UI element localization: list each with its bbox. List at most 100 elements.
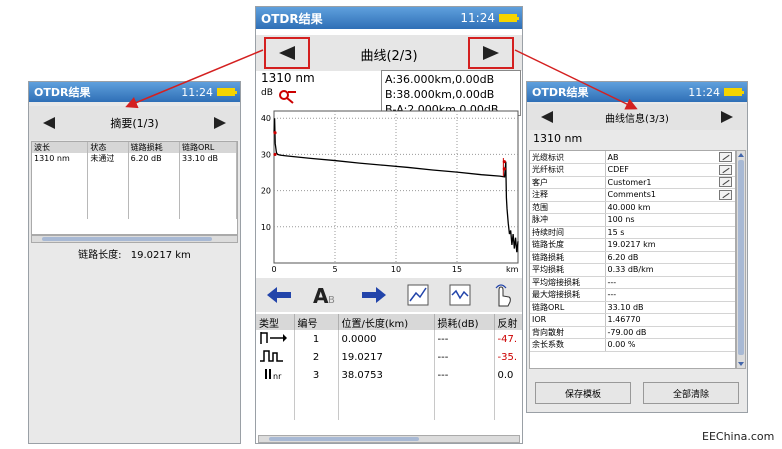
info-row[interactable]: 光缆标识 AB xyxy=(530,151,735,164)
trace-info-list: 光缆标识 AB 光纤标识 CDEF 客户 Customer1 注释 Comments1 范围 40… xyxy=(529,150,736,369)
link-length-row: 链路长度: 19.0217 km xyxy=(29,246,240,261)
clock: 11:24 xyxy=(688,85,720,99)
column-header[interactable]: 波长 xyxy=(32,142,89,153)
event-reflectance: -35. xyxy=(494,348,522,366)
horizontal-scrollbar[interactable] xyxy=(31,235,238,243)
info-row: 范围 40.000 km xyxy=(530,201,735,214)
svg-text:nr: nr xyxy=(273,372,282,381)
column-header[interactable]: 反射 xyxy=(494,314,522,330)
arrow-right-icon xyxy=(213,117,226,129)
arrow-left-icon xyxy=(43,117,55,129)
info-key: 注释 xyxy=(530,188,606,202)
summary-table: 波长 状态 链路损耗 链路ORL 1310 nm 未通过 6.20 dB 33.… xyxy=(31,141,238,235)
reflective-event-icon xyxy=(260,349,283,362)
horizontal-scrollbar[interactable] xyxy=(258,435,520,443)
info-row: 背向散射 -79.00 dB xyxy=(530,326,735,339)
table-row[interactable]: nr 3 38.0753 --- 0.0 xyxy=(256,366,522,384)
prev-page-button[interactable] xyxy=(29,108,69,138)
page-title: 曲线信息(3/3) xyxy=(605,113,669,125)
event-loss: --- xyxy=(434,366,495,384)
column-header[interactable]: 链路损耗 xyxy=(128,142,181,153)
table-cell: 未通过 xyxy=(87,153,129,164)
edit-icon[interactable] xyxy=(718,177,732,188)
info-row: 链路ORL 33.10 dB xyxy=(530,301,735,314)
zoom-out-icon[interactable] xyxy=(448,283,472,307)
info-key: 光缆标识 xyxy=(530,151,606,164)
end-event-icon: nr xyxy=(265,368,282,381)
edit-icon[interactable] xyxy=(718,152,732,162)
arrow-right-icon xyxy=(483,46,499,60)
summary-screen: OTDR结果 11:24 摘要(1/3) 波长 状态 链路损耗 链路ORL 13… xyxy=(28,81,241,444)
title-bar: OTDR结果 11:24 xyxy=(29,82,240,102)
marker-b-readout: B:38.000km,0.00dB xyxy=(385,88,495,101)
info-key: 余长系数 xyxy=(530,338,606,352)
next-page-button[interactable] xyxy=(200,108,240,138)
touch-icon[interactable] xyxy=(491,282,513,308)
column-header[interactable]: 类型 xyxy=(256,314,295,330)
table-row[interactable]: 2 19.0217 --- -35. xyxy=(256,348,522,366)
info-value: 0.33 dB/km xyxy=(605,263,715,277)
info-value: CDEF xyxy=(605,163,715,177)
info-key: 客户 xyxy=(530,176,606,189)
pan-left-icon[interactable] xyxy=(265,285,293,305)
info-key: 脉冲 xyxy=(530,213,606,227)
next-page-button[interactable] xyxy=(468,37,514,69)
info-key: 最大熔接损耗 xyxy=(530,288,606,302)
clock: 11:24 xyxy=(460,11,495,25)
otdr-trace-chart[interactable]: 10 20 30 40 0 5 10 15 km xyxy=(256,105,522,275)
info-value: 0.00 % xyxy=(605,338,715,352)
edit-icon[interactable] xyxy=(718,164,732,175)
column-header[interactable]: 编号 xyxy=(294,314,339,330)
info-key: 背向散射 xyxy=(530,326,606,339)
event-reflectance: 0.0 xyxy=(494,366,522,384)
trace-info-screen: OTDR结果 11:24 曲线信息(3/3) 1310 nm 光缆标识 AB 光纤标… xyxy=(526,81,748,413)
zoom-in-icon[interactable] xyxy=(406,283,430,307)
window-title: OTDR结果 xyxy=(261,11,323,26)
zoom-marker-icon[interactable] xyxy=(278,88,298,104)
info-row[interactable]: 注释 Comments1 xyxy=(530,188,735,202)
column-header[interactable]: 链路ORL xyxy=(179,142,237,153)
info-value: 1.46770 xyxy=(605,313,715,327)
info-row: 最大熔接损耗 --- xyxy=(530,288,735,302)
y-tick-label: 40 xyxy=(261,114,271,123)
next-page-button[interactable] xyxy=(707,105,747,129)
clear-all-button[interactable]: 全部清除 xyxy=(643,382,739,404)
column-header[interactable]: 状态 xyxy=(87,142,129,153)
event-table: 类型 编号 位置/长度(km) 损耗(dB) 反射 1 0.0000 --- -… xyxy=(256,314,522,434)
nav-bar: 曲线信息(3/3) xyxy=(527,104,747,130)
table-header: 类型 编号 位置/长度(km) 损耗(dB) 反射 xyxy=(256,314,522,330)
save-template-button[interactable]: 保存模板 xyxy=(535,382,631,404)
event-marker xyxy=(273,152,277,157)
font-size-icon[interactable]: AB xyxy=(311,283,341,307)
scroll-up-icon[interactable] xyxy=(737,152,745,158)
svg-text:A: A xyxy=(313,284,329,307)
watermark: EEChina.com xyxy=(702,430,775,443)
scroll-down-icon[interactable] xyxy=(737,361,745,367)
table-row[interactable]: 1310 nm 未通过 6.20 dB 33.10 dB xyxy=(32,153,237,164)
info-row[interactable]: 光纤标识 CDEF xyxy=(530,163,735,177)
x-tick-label: 5 xyxy=(332,265,337,274)
table-row[interactable]: 1 0.0000 --- -47. xyxy=(256,330,522,348)
link-length-value: 19.0217 km xyxy=(130,250,191,261)
x-tick-label: 10 xyxy=(391,265,401,274)
column-header[interactable]: 损耗(dB) xyxy=(434,314,495,330)
nav-bar: 摘要(1/3) xyxy=(29,106,240,140)
info-row[interactable]: 客户 Customer1 xyxy=(530,176,735,189)
info-key: 链路损耗 xyxy=(530,251,606,264)
edit-icon[interactable] xyxy=(718,189,732,200)
scrollbar-thumb[interactable] xyxy=(42,237,212,241)
x-axis-unit: km xyxy=(506,265,519,274)
svg-text:B: B xyxy=(328,295,335,306)
table-header: 波长 状态 链路损耗 链路ORL xyxy=(32,142,237,153)
scrollbar-thumb[interactable] xyxy=(269,437,419,441)
info-value: 40.000 km xyxy=(605,201,715,214)
info-row: 持续时间 15 s xyxy=(530,226,735,239)
scrollbar-thumb[interactable] xyxy=(738,160,744,355)
column-header[interactable]: 位置/长度(km) xyxy=(338,314,435,330)
info-key: 光纤标识 xyxy=(530,163,606,177)
prev-page-button[interactable] xyxy=(527,105,567,129)
pan-right-icon[interactable] xyxy=(360,285,388,305)
info-value: --- xyxy=(605,288,715,302)
vertical-scrollbar[interactable] xyxy=(736,150,746,369)
info-key: IOR xyxy=(530,313,606,327)
